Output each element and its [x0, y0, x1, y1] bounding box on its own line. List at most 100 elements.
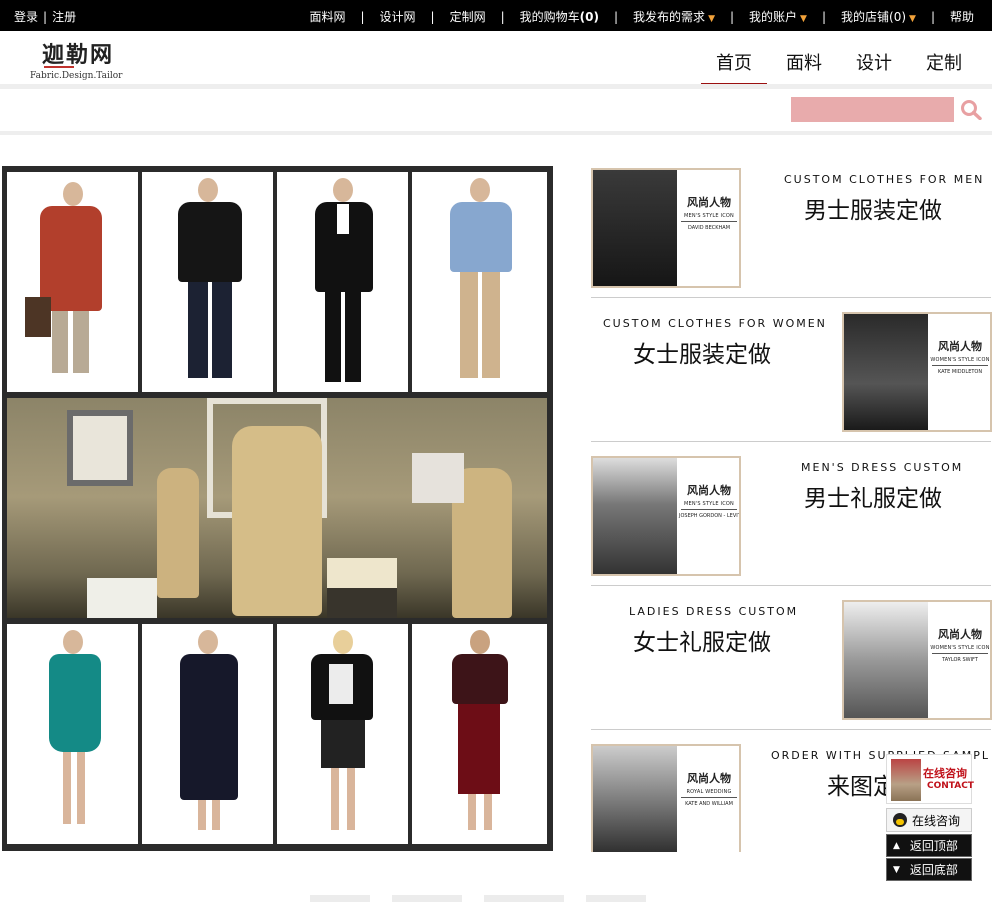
site-logo[interactable]: 迦勒网 Fabric.Design.Tailor	[30, 37, 130, 81]
row-divider	[591, 441, 991, 442]
top-link-custom[interactable]: 定制网	[450, 8, 486, 25]
arrow-down-icon: ▼	[893, 864, 900, 875]
style-icon-card[interactable]: 风尚人物 ROYAL WEDDING KATE AND WILLIAM	[591, 744, 741, 852]
top-link-my-shop[interactable]: 我的店铺(0) ▼	[841, 8, 916, 25]
feature-row-ladies-dress[interactable]: LADIES DRESS CUSTOM 女士礼服定做 风尚人物 WOMEN'S …	[591, 600, 992, 722]
top-link-my-account[interactable]: 我的账户 ▼	[749, 8, 807, 25]
style-icon-caption: 风尚人物 WOMEN'S STYLE ICON TAYLOR SWIFT	[930, 626, 990, 663]
card-title: 风尚人物	[687, 196, 731, 209]
online-consult-button[interactable]: 在线咨询	[886, 808, 972, 832]
logo-en: Fabric.Design.Tailor	[30, 71, 123, 81]
row-divider	[591, 297, 991, 298]
contact-badge[interactable]: 在线咨询 CONTACT	[886, 754, 974, 804]
contact-avatar	[891, 759, 921, 801]
card-subtitle: ROYAL WEDDING	[686, 789, 732, 795]
gallery-image-atelier[interactable]	[7, 398, 547, 618]
gallery-image-men-suit[interactable]	[277, 172, 408, 392]
style-icon-caption: 风尚人物 MEN'S STYLE ICON DAVID BECKHAM	[679, 194, 739, 231]
tab-custom[interactable]: 定制	[926, 49, 962, 89]
feature-en-title: LADIES DRESS CUSTOM	[629, 605, 799, 618]
separator: |	[614, 9, 619, 24]
style-icon-card[interactable]: 风尚人物 WOMEN'S STYLE ICON TAYLOR SWIFT	[842, 600, 992, 720]
card-title: 风尚人物	[938, 628, 982, 641]
chevron-down-icon: ▼	[708, 14, 715, 24]
separator: |	[500, 9, 505, 24]
style-icon-caption: 风尚人物 ROYAL WEDDING KATE AND WILLIAM	[679, 770, 739, 807]
online-consult-label: 在线咨询	[912, 813, 961, 828]
style-icon-photo	[593, 746, 677, 852]
tab-fabric[interactable]: 面料	[786, 49, 822, 89]
footer-watermark	[310, 892, 680, 902]
feature-row-men[interactable]: 风尚人物 MEN'S STYLE ICON DAVID BECKHAM CUST…	[591, 168, 991, 290]
card-title: 风尚人物	[687, 772, 731, 785]
separator: |	[821, 9, 827, 24]
feature-row-men-dress[interactable]: 风尚人物 MEN'S STYLE ICON JOSEPH GORDON - LE…	[591, 456, 991, 578]
my-account-label: 我的账户	[749, 10, 798, 24]
card-subtitle: WOMEN'S STYLE ICON	[930, 357, 990, 363]
arrow-up-icon: ▲	[893, 840, 900, 851]
feature-row-women[interactable]: CUSTOM CLOTHES FOR WOMEN 女士服装定做 风尚人物 WOM…	[591, 312, 992, 434]
my-requests-label: 我发布的需求	[633, 10, 706, 24]
gallery-image-men-casual[interactable]	[412, 172, 547, 392]
back-to-bottom-button[interactable]: ▼ 返回底部	[886, 858, 972, 881]
search-input[interactable]	[791, 97, 954, 122]
feature-en-title: CUSTOM CLOTHES FOR WOMEN	[603, 317, 827, 330]
gallery-image-men-coat[interactable]	[7, 172, 138, 392]
style-icon-card[interactable]: 风尚人物 WOMEN'S STYLE ICON KATE MIDDLETON	[842, 312, 992, 432]
gallery-image-women-dotted[interactable]	[412, 624, 547, 844]
chevron-down-icon: ▼	[800, 14, 807, 24]
top-bar: 登录 | 注册 面料网 | 设计网 | 定制网 | 我的购物车(0) | 我发布的需…	[0, 0, 992, 31]
style-icon-caption: 风尚人物 MEN'S STYLE ICON JOSEPH GORDON - LE…	[679, 482, 739, 519]
card-subtitle: MEN'S STYLE ICON	[683, 501, 734, 507]
back-to-bottom-label: 返回底部	[909, 863, 958, 877]
style-icon-photo	[593, 170, 677, 286]
search-icon[interactable]	[960, 100, 982, 120]
chevron-down-icon: ▼	[909, 14, 916, 24]
gallery-image-women-leather[interactable]	[277, 624, 408, 844]
style-icon-caption: 风尚人物 WOMEN'S STYLE ICON KATE MIDDLETON	[930, 338, 990, 375]
tab-design[interactable]: 设计	[856, 49, 892, 89]
my-shop-label: 我的店铺(0)	[841, 10, 907, 24]
card-title: 风尚人物	[687, 484, 731, 497]
back-to-top-button[interactable]: ▲ 返回顶部	[886, 834, 972, 857]
card-subtitle: MEN'S STYLE ICON	[683, 213, 734, 219]
row-divider	[591, 585, 991, 586]
gallery-image-women-teal[interactable]	[7, 624, 138, 844]
top-link-help[interactable]: 帮助	[950, 8, 974, 25]
top-link-cart[interactable]: 我的购物车(0)	[520, 8, 599, 25]
header-divider	[0, 84, 992, 89]
tab-home[interactable]: 首页	[701, 49, 767, 89]
gallery-image-women-coat[interactable]	[142, 624, 273, 844]
card-name: KATE MIDDLETON	[937, 369, 983, 375]
register-link[interactable]: 注册	[52, 10, 76, 24]
feature-cn-title[interactable]: 女士服装定做	[633, 335, 771, 369]
contact-cn: 在线咨询	[923, 767, 967, 780]
feature-cn-title[interactable]: 女士礼服定做	[633, 623, 771, 657]
main-nav: 首页 面料 设计 定制	[682, 49, 962, 89]
row-divider	[591, 729, 991, 730]
style-icon-card[interactable]: 风尚人物 MEN'S STYLE ICON DAVID BECKHAM	[591, 168, 741, 288]
style-icon-photo	[844, 602, 928, 718]
qq-icon	[893, 813, 907, 827]
search-divider	[0, 131, 992, 135]
login-link[interactable]: 登录	[14, 10, 38, 24]
feature-cn-title[interactable]: 男士礼服定做	[804, 479, 942, 513]
card-name: KATE AND WILLIAM	[685, 801, 733, 807]
logo-cn: 迦勒网	[42, 42, 115, 68]
style-icon-photo	[593, 458, 677, 574]
feature-cn-title[interactable]: 男士服装定做	[804, 191, 942, 225]
style-icon-card[interactable]: 风尚人物 MEN'S STYLE ICON JOSEPH GORDON - LE…	[591, 456, 741, 576]
top-link-my-requests[interactable]: 我发布的需求 ▼	[633, 8, 715, 25]
style-icon-photo	[844, 314, 928, 430]
gallery-image-men-leather[interactable]	[142, 172, 273, 392]
card-name: DAVID BECKHAM	[687, 225, 731, 231]
separator: |	[729, 9, 735, 24]
top-links: 面料网 | 设计网 | 定制网 | 我的购物车(0) | 我发布的需求 ▼ | 我…	[309, 8, 974, 25]
separator: |	[930, 9, 935, 24]
cart-label: 我的购物车	[519, 10, 580, 24]
top-link-fabric[interactable]: 面料网	[309, 8, 345, 25]
back-to-top-label: 返回顶部	[909, 839, 958, 853]
feature-en-title: CUSTOM CLOTHES FOR MEN	[784, 173, 985, 186]
top-link-design[interactable]: 设计网	[380, 8, 416, 25]
separator: |	[430, 9, 435, 24]
